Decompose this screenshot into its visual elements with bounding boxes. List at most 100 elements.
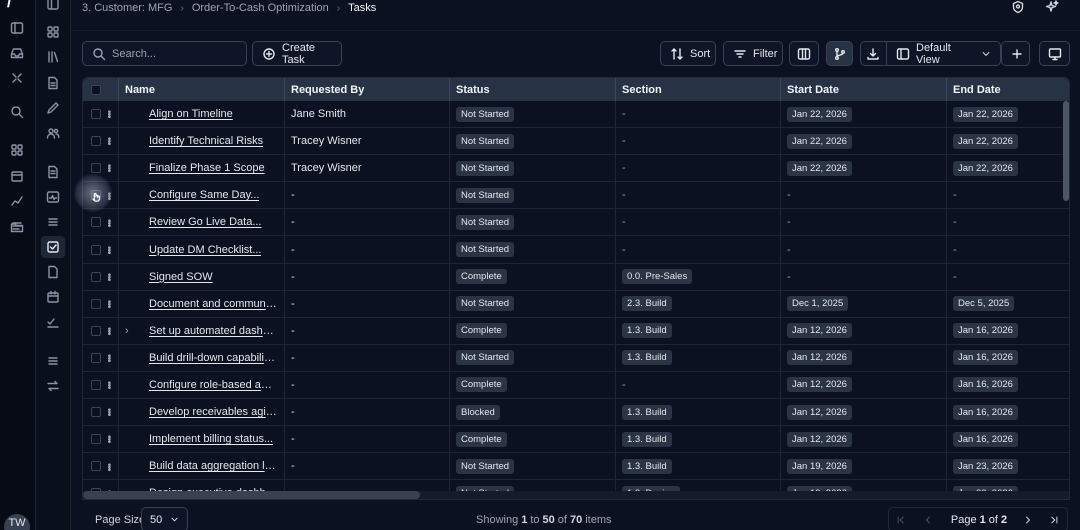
table-row[interactable]: ••• Signed SOW - Complete 0.0. Pre-Sales - - xyxy=(83,263,1069,291)
task-name-link[interactable]: Document and communica... xyxy=(149,298,277,310)
display-settings-button[interactable] xyxy=(1039,41,1070,66)
table-row[interactable]: ••• Finalize Phase 1 Scope Tracey Wisner No… xyxy=(83,155,1069,183)
activity-icon[interactable] xyxy=(46,190,60,204)
row-checkbox[interactable] xyxy=(91,352,101,363)
task-name-link[interactable]: Review Go Live Data... xyxy=(149,216,262,228)
column-header-status[interactable]: Status xyxy=(450,78,616,101)
more-options-icon[interactable]: ••• xyxy=(103,164,114,172)
table-row[interactable]: ••• Build drill-down capability... - Not St… xyxy=(83,344,1069,372)
row-checkbox[interactable] xyxy=(91,298,101,309)
page-size-select[interactable]: 50 xyxy=(141,507,188,530)
sidebar-toggle-icon[interactable] xyxy=(10,21,24,35)
task-name-link[interactable]: Implement billing status... xyxy=(149,433,273,445)
row-checkbox[interactable] xyxy=(91,379,101,390)
panel-icon[interactable] xyxy=(46,0,60,11)
create-task-button[interactable]: Create Task xyxy=(252,41,342,66)
row-checkbox[interactable] xyxy=(91,461,101,472)
task-name-link[interactable]: Align on Timeline xyxy=(149,108,233,120)
more-options-icon[interactable]: ••• xyxy=(103,327,114,335)
more-options-icon[interactable]: ••• xyxy=(103,300,114,308)
library-icon[interactable] xyxy=(46,50,60,64)
more-options-icon[interactable]: ••• xyxy=(103,354,114,362)
column-header-name[interactable]: Name xyxy=(119,78,285,101)
task-name-link[interactable]: Update DM Checklist... xyxy=(149,244,261,256)
add-view-button[interactable] xyxy=(1001,41,1030,66)
expand-chevron-icon[interactable]: › xyxy=(119,325,149,337)
task-name-link[interactable]: Identify Technical Risks xyxy=(149,135,263,147)
next-page-icon[interactable] xyxy=(1015,515,1041,525)
table-row[interactable]: ••• Build data aggregation laye...-Not St… xyxy=(83,453,1069,481)
row-checkbox[interactable] xyxy=(91,271,101,282)
table-row[interactable]: ••• Identify Technical Risks Tracey Wisner… xyxy=(83,128,1069,156)
column-header-end-date[interactable]: End Date xyxy=(947,78,1069,101)
tasks-icon[interactable] xyxy=(46,240,60,254)
table-row[interactable]: ••• Document and communica... - Not Started… xyxy=(83,290,1069,318)
inbox-icon[interactable] xyxy=(10,46,24,60)
apps-icon[interactable] xyxy=(10,143,24,157)
integrations-icon[interactable] xyxy=(10,71,24,85)
calendar-icon[interactable] xyxy=(10,169,24,183)
table-row[interactable]: ••• Update DM Checklist... - Not Started - - - xyxy=(83,236,1069,264)
row-checkbox[interactable] xyxy=(91,244,101,255)
edit-icon[interactable] xyxy=(46,101,60,115)
row-checkbox[interactable] xyxy=(91,136,101,147)
group-button[interactable] xyxy=(826,41,853,66)
breadcrumb-project[interactable]: Order-To-Cash Optimization xyxy=(192,2,329,14)
column-header-section[interactable]: Section xyxy=(616,78,781,101)
more-options-icon[interactable]: ••• xyxy=(103,408,114,416)
select-all-checkbox[interactable] xyxy=(91,84,101,95)
more-options-icon[interactable]: ••• xyxy=(103,463,114,471)
breadcrumb-customer[interactable]: 3. Customer: MFG xyxy=(82,2,172,14)
row-checkbox[interactable] xyxy=(91,109,101,120)
task-name-link[interactable]: Configure role-based acces... xyxy=(149,379,277,391)
row-checkbox[interactable] xyxy=(91,163,101,174)
swap-icon[interactable] xyxy=(46,379,60,393)
task-name-link[interactable]: Signed SOW xyxy=(149,271,213,283)
sparkle-icon[interactable] xyxy=(1045,0,1059,14)
export-button[interactable] xyxy=(860,41,886,66)
more-options-icon[interactable]: ••• xyxy=(103,219,114,227)
folder-open-icon[interactable] xyxy=(10,220,24,234)
task-name-link[interactable]: Configure Same Day... xyxy=(149,189,259,201)
row-checkbox[interactable] xyxy=(91,217,101,228)
columns-button[interactable] xyxy=(789,41,819,66)
more-options-icon[interactable]: ••• xyxy=(103,246,114,254)
task-name-link[interactable]: Build data aggregation laye... xyxy=(149,460,277,472)
list-view-icon[interactable] xyxy=(46,354,60,368)
table-row[interactable]: •••Configure Same Day...-Not Started--- xyxy=(83,182,1069,210)
task-name-link[interactable]: Set up automated dashboa... xyxy=(149,325,277,337)
filter-button[interactable]: Filter xyxy=(723,41,783,66)
shield-icon[interactable] xyxy=(1011,0,1025,14)
last-page-icon[interactable] xyxy=(1041,515,1067,525)
previous-page-icon[interactable] xyxy=(913,515,943,525)
column-header-start-date[interactable]: Start Date xyxy=(781,78,947,101)
more-options-icon[interactable]: ••• xyxy=(103,381,114,389)
dashboard-icon[interactable] xyxy=(46,25,60,39)
row-checkbox[interactable] xyxy=(91,325,101,336)
first-page-icon[interactable] xyxy=(889,515,913,525)
document-icon[interactable] xyxy=(46,76,60,90)
file-icon[interactable] xyxy=(46,265,60,279)
horizontal-scrollbar-thumb[interactable] xyxy=(83,491,420,499)
avatar[interactable]: TW xyxy=(4,514,30,530)
people-icon[interactable] xyxy=(46,126,60,140)
more-options-icon[interactable]: ••• xyxy=(103,435,114,443)
column-header-requested-by[interactable]: Requested By xyxy=(285,78,450,101)
checklist-icon[interactable] xyxy=(46,315,60,329)
task-name-link[interactable]: Build drill-down capability... xyxy=(149,352,277,364)
task-name-link[interactable]: Finalize Phase 1 Scope xyxy=(149,162,265,174)
table-row[interactable]: ••• Review Go Live Data... - Not Started - - - xyxy=(83,209,1069,237)
schedule-icon[interactable] xyxy=(46,290,60,304)
search-box[interactable] xyxy=(82,41,247,66)
analytics-icon[interactable] xyxy=(10,194,24,208)
search-icon[interactable] xyxy=(10,105,24,119)
table-row[interactable]: ••• Implement billing status... - Complete 1… xyxy=(83,426,1069,454)
sort-button[interactable]: Sort xyxy=(660,41,716,66)
document-text-icon[interactable] xyxy=(46,165,60,179)
view-selector[interactable]: Default View xyxy=(886,41,1001,66)
table-row[interactable]: ••• › Set up automated dashboa... - Complete… xyxy=(83,317,1069,345)
row-checkbox[interactable] xyxy=(91,407,101,418)
task-name-link[interactable]: Develop receivables aging... xyxy=(149,406,277,418)
horizontal-scrollbar[interactable] xyxy=(83,491,1069,499)
table-row[interactable]: ••• Develop receivables aging... - Blocked 1… xyxy=(83,399,1069,427)
